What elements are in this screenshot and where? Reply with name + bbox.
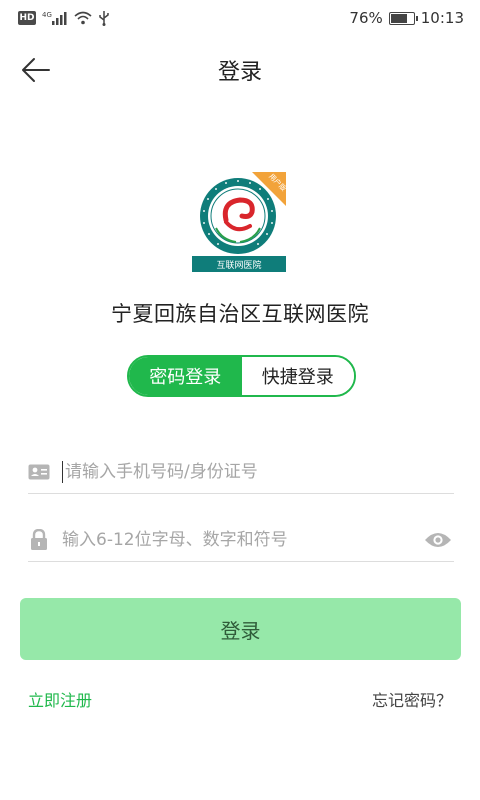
hospital-name: 宁夏回族自治区互联网医院 xyxy=(111,302,369,326)
password-field-row xyxy=(28,518,454,562)
hd-badge: HD xyxy=(18,11,36,25)
username-input[interactable] xyxy=(65,461,454,482)
logo-banner-text: 互联网医院 xyxy=(216,259,261,271)
clock: 10:13 xyxy=(420,9,464,27)
wifi-icon xyxy=(74,11,92,25)
logo-emblem: 用户版 互联网医院 xyxy=(192,172,288,272)
battery-fill xyxy=(390,13,408,23)
usb-icon xyxy=(99,11,109,26)
username-field-row xyxy=(28,450,454,494)
signal-icon: 4G xyxy=(42,11,67,25)
tab-quick-login[interactable]: 快捷登录 xyxy=(241,357,354,395)
password-input[interactable] xyxy=(62,529,422,550)
text-cursor xyxy=(62,460,63,483)
battery-percent: 76% xyxy=(349,9,383,27)
tab-password-login[interactable]: 密码登录 xyxy=(129,357,242,395)
header: 登录 xyxy=(0,40,480,98)
forgot-password-link[interactable]: 忘记密码？ xyxy=(372,687,452,711)
id-card-icon xyxy=(28,461,50,483)
login-mode-toggle: 密码登录 快捷登录 xyxy=(127,355,356,397)
network-label: 4G xyxy=(42,11,52,19)
status-bar-left: HD 4G xyxy=(18,10,110,26)
page-title: 登录 xyxy=(217,60,262,85)
status-bar-right: 76% 10:13 xyxy=(349,9,464,27)
register-link[interactable]: 立即注册 xyxy=(28,687,92,711)
status-bar: HD 4G 76% 10:13 xyxy=(0,0,480,36)
login-button[interactable]: 登录 xyxy=(20,598,461,660)
hospital-logo: 用户版 互联网医院 xyxy=(192,168,292,274)
battery-icon xyxy=(388,11,418,25)
lock-icon xyxy=(28,528,50,551)
toggle-password-visibility-button[interactable] xyxy=(422,526,454,554)
eye-icon xyxy=(425,532,451,547)
